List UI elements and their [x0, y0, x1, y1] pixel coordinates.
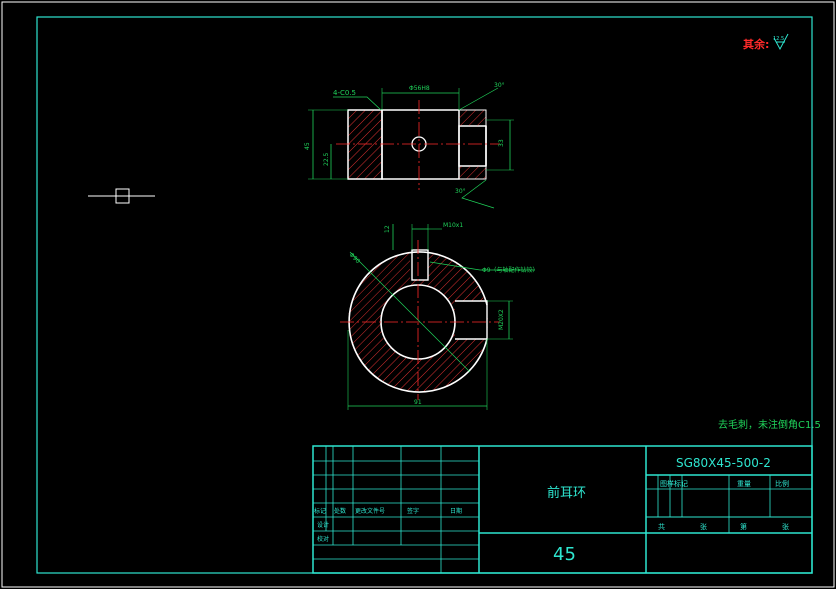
dim-inner-22: 22.5 [323, 152, 330, 166]
front-boss-right [458, 125, 487, 167]
front-hatch-left [347, 109, 383, 180]
part-name: 前耳环 [547, 485, 586, 501]
dim-left-45: 45 [304, 142, 311, 150]
label-sheet-num: 第 [740, 522, 747, 531]
roughness-note: 其余: 12.5 [743, 33, 789, 51]
tech-notes: 去毛刺，未注倒角C1.5 [718, 418, 821, 431]
dim-angle-bottom: 30° [455, 188, 466, 195]
view-symbol [88, 188, 155, 204]
dim-top-width: Φ56H8 [409, 85, 430, 92]
dim-slot-width: M10x1 [443, 222, 463, 229]
front-body [381, 109, 460, 180]
label-design: 设计 [317, 521, 329, 529]
label-rev-date: 日期 [450, 507, 462, 515]
dim-angle-top: 30° [494, 82, 505, 89]
label-check: 校对 [317, 535, 329, 543]
dim-right-33: 33 [498, 139, 505, 147]
side-view: Φ90 M10x1 12 Φ9（与轴配作钻铰） M20X2 91 [340, 222, 539, 410]
dim-slot-depth: 12 [384, 225, 391, 233]
label-sheet-word: 张 [700, 522, 707, 531]
label-rev-mark: 标记 [314, 507, 326, 515]
dim-outer-dia: Φ90 [348, 251, 362, 265]
hole-note: Φ9（与轴配作钻铰） [482, 266, 539, 274]
label-stage-mark: 图样标记 [660, 479, 688, 488]
material: 45 [553, 544, 576, 565]
label-rev-count: 处数 [334, 507, 346, 515]
drawing-number: SG80X45-500-2 [676, 456, 771, 470]
label-rev-doc: 更改文件号 [355, 507, 385, 515]
label-sheet-total: 共 [658, 522, 665, 531]
label-sheet-word2: 张 [782, 522, 789, 531]
roughness-label: 其余: [743, 37, 769, 51]
label-weight: 重量 [737, 480, 751, 488]
dim-chamfer: 4-C0.5 [333, 89, 356, 97]
dim-bottom: 91 [414, 399, 422, 406]
label-scale: 比例 [775, 479, 789, 488]
front-view: Φ56H8 4-C0.5 30° 30° 45 22.5 33 [304, 82, 514, 209]
dim-thread-right: M20X2 [498, 309, 505, 330]
label-rev-sign: 签字 [407, 507, 419, 515]
drawing-sheet: 其余: 12.5 Φ56H8 4-C0.5 30° 30° 45 22.5 33… [1, 1, 835, 588]
